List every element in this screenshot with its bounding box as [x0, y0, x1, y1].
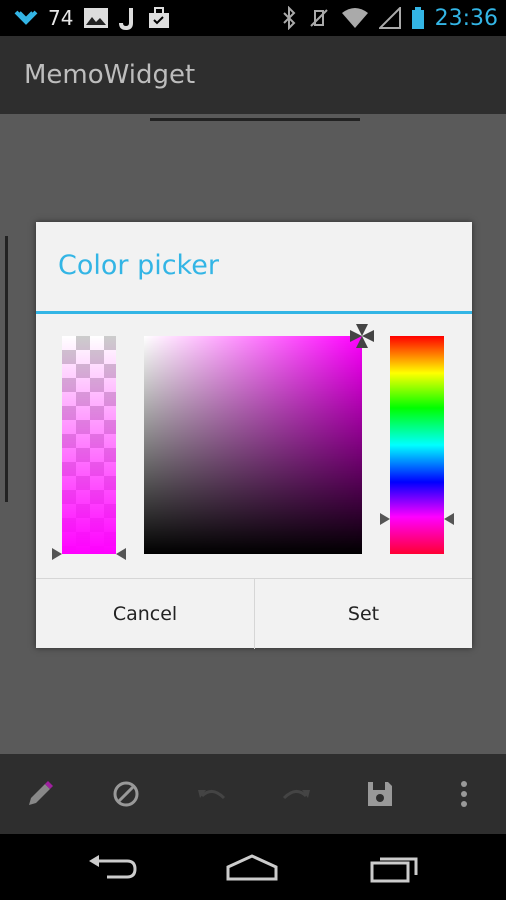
home-icon[interactable]: [222, 848, 282, 888]
status-bar: 74 23:36: [0, 0, 506, 36]
hue-slider[interactable]: [390, 336, 444, 554]
app-title: MemoWidget: [24, 60, 196, 90]
bluetooth-icon: [281, 4, 297, 32]
recents-icon[interactable]: [364, 848, 424, 888]
undo-icon[interactable]: [194, 776, 230, 812]
hue-marker-right: [444, 513, 454, 525]
dialog-title-divider: [36, 311, 472, 314]
saturation-value-square[interactable]: [144, 336, 362, 554]
sv-crosshair-icon[interactable]: [346, 320, 378, 352]
j-app-icon: [119, 4, 137, 32]
canvas-stroke-horizontal: [150, 118, 360, 121]
alpha-slider[interactable]: [62, 336, 116, 554]
redo-icon[interactable]: [278, 776, 314, 812]
vibrate-off-icon: [307, 4, 331, 32]
alpha-marker-right: [116, 548, 126, 560]
dialog-title: Color picker: [58, 250, 219, 281]
cell-signal-icon: [378, 4, 401, 32]
alpha-marker-left: [52, 548, 62, 560]
bottom-toolbar: [0, 754, 506, 834]
overflow-menu-icon[interactable]: [446, 776, 482, 812]
clock: 23:36: [434, 5, 498, 31]
set-button[interactable]: Set: [255, 579, 472, 649]
image-icon: [83, 4, 109, 32]
hue-marker-left: [380, 513, 390, 525]
back-icon[interactable]: [82, 848, 142, 888]
cancel-button[interactable]: Cancel: [36, 579, 255, 649]
canvas-stroke-vertical: [5, 236, 8, 502]
navigation-bar: [0, 834, 506, 900]
eraser-icon[interactable]: [108, 776, 144, 812]
color-picker-dialog: Color picker Cancel Set: [36, 222, 472, 649]
dialog-button-bar: Cancel Set: [36, 578, 472, 649]
alpha-gradient: [62, 336, 116, 554]
notification-count: 74: [48, 6, 74, 30]
action-bar: MemoWidget: [0, 36, 506, 114]
save-icon[interactable]: [362, 776, 398, 812]
pen-icon[interactable]: [22, 776, 58, 812]
battery-icon: [411, 4, 425, 32]
signal-chevron-icon: [14, 4, 38, 32]
wifi-icon: [341, 4, 369, 32]
briefcase-icon: [147, 4, 171, 32]
